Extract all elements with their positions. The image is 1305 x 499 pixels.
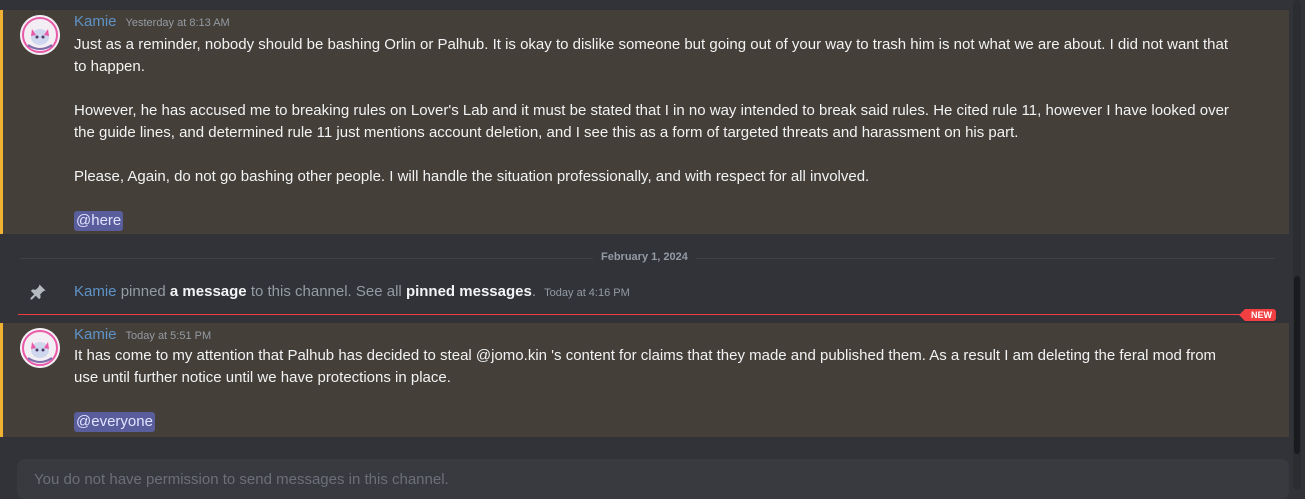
pin-notice[interactable]: Kamie pinned a message to this channel. … <box>0 281 1290 303</box>
message-paragraph: However, he has accused me to breaking r… <box>74 102 1229 141</box>
message-1[interactable]: Kamie Yesterday at 8:13 AM Just as a rem… <box>0 10 1289 234</box>
mention-here[interactable]: @here <box>74 211 124 231</box>
message-2[interactable]: Kamie Today at 5:51 PM It has come to my… <box>0 323 1289 437</box>
new-badge: NEW <box>1239 309 1276 321</box>
channel-top <box>0 0 1290 10</box>
pin-icon <box>30 284 46 300</box>
pin-timestamp[interactable]: Today at 4:16 PM <box>544 287 630 299</box>
new-messages-divider <box>18 314 1258 315</box>
pinned-messages-link[interactable]: pinned messages <box>406 283 532 300</box>
author-name[interactable]: Kamie <box>74 13 117 30</box>
author-name[interactable]: Kamie <box>74 326 117 343</box>
message-paragraph: It has come to my attention that Palhub … <box>74 347 1217 386</box>
scrollbar-thumb[interactable] <box>1294 276 1300 454</box>
date-divider-label: February 1, 2024 <box>593 251 696 263</box>
pin-text-3: . <box>531 283 536 300</box>
message-input[interactable]: You do not have permission to send messa… <box>17 459 1289 499</box>
message-paragraph: Please, Again, do not go bashing other p… <box>74 168 870 185</box>
timestamp[interactable]: Today at 5:51 PM <box>126 330 212 342</box>
pin-author[interactable]: Kamie <box>74 283 117 300</box>
message-content: Just as a reminder, nobody should be bas… <box>74 34 1244 232</box>
message-content: It has come to my attention that Palhub … <box>74 345 1244 433</box>
message-header: Kamie Yesterday at 8:13 AM <box>74 13 230 35</box>
timestamp[interactable]: Yesterday at 8:13 AM <box>126 17 230 29</box>
pin-text-2: to this channel. See all <box>250 283 402 300</box>
pinned-message-link[interactable]: a message <box>170 283 247 300</box>
pin-notice-text: Kamie pinned a message to this channel. … <box>74 281 630 304</box>
mention-everyone[interactable]: @everyone <box>74 412 155 432</box>
message-paragraph: Just as a reminder, nobody should be bas… <box>74 36 1228 75</box>
message-input-placeholder: You do not have permission to send messa… <box>34 471 449 488</box>
avatar[interactable] <box>20 15 60 55</box>
pin-text-1: pinned <box>120 283 166 300</box>
avatar[interactable] <box>20 328 60 368</box>
